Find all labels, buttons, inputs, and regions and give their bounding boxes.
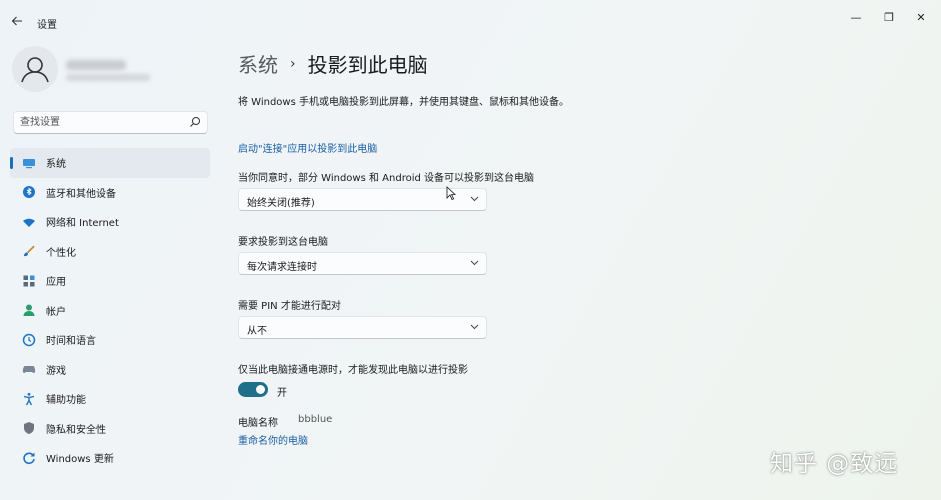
setting-label-power: 仅当此电脑接通电源时，才能发现此电脑以进行投影 xyxy=(238,365,468,376)
sidebar-item-label: 游戏 xyxy=(46,365,66,377)
page-description: 将 Windows 手机或电脑投影到此屏幕，并使用其键盘、鼠标和其他设备。 xyxy=(238,97,569,108)
breadcrumb: 系统 › 投影到此电脑 xyxy=(238,49,428,78)
page-title: 投影到此电脑 xyxy=(307,53,428,77)
power-discovery-toggle[interactable] xyxy=(238,382,268,397)
search-icon[interactable] xyxy=(189,116,201,128)
bluetooth-icon xyxy=(22,185,36,199)
monitor-icon xyxy=(22,156,36,170)
close-button[interactable]: ✕ xyxy=(906,8,936,26)
breadcrumb-parent[interactable]: 系统 xyxy=(238,49,278,78)
pc-name-label: 电脑名称 xyxy=(238,418,278,429)
toggle-knob xyxy=(256,385,265,394)
back-arrow-icon[interactable] xyxy=(8,12,26,30)
avatar[interactable] xyxy=(12,46,58,92)
sidebar-item-time-language[interactable]: 时间和语言 xyxy=(10,325,210,355)
sidebar-item-gaming[interactable]: 游戏 xyxy=(10,355,210,385)
title-bar: 设置 — ❐ ✕ xyxy=(0,0,941,38)
dropdown-value: 始终关闭(推荐) xyxy=(247,198,315,209)
dropdown-value: 从不 xyxy=(247,326,267,337)
sidebar-item-apps[interactable]: 应用 xyxy=(10,266,210,296)
sidebar-item-privacy[interactable]: 隐私和安全性 xyxy=(10,414,210,444)
person-icon xyxy=(22,303,36,317)
accessibility-icon xyxy=(22,392,36,406)
app-title: 设置 xyxy=(37,20,57,31)
pin-dropdown[interactable]: 从不 xyxy=(238,316,487,339)
gamepad-icon xyxy=(22,362,36,376)
setting-label-pin: 需要 PIN 才能进行配对 xyxy=(238,301,341,312)
sidebar-item-label: 个性化 xyxy=(46,247,76,259)
sidebar-item-bluetooth[interactable]: 蓝牙和其他设备 xyxy=(10,178,210,208)
sidebar-item-accounts[interactable]: 帐户 xyxy=(10,296,210,326)
sidebar-item-personalization[interactable]: 个性化 xyxy=(10,237,210,267)
mouse-cursor-icon xyxy=(446,186,456,201)
clock-globe-icon xyxy=(22,333,36,347)
breadcrumb-separator: › xyxy=(290,55,296,72)
apps-icon xyxy=(22,274,36,288)
rename-pc-link[interactable]: 重命名你的电脑 xyxy=(238,432,308,447)
user-name-blurred xyxy=(66,60,126,70)
sidebar-item-label: 帐户 xyxy=(46,306,66,318)
request-dropdown[interactable]: 每次请求连接时 xyxy=(238,252,487,275)
maximize-button[interactable]: ❐ xyxy=(874,8,904,26)
chevron-down-icon xyxy=(470,260,479,266)
sidebar-item-label: Windows 更新 xyxy=(46,454,114,466)
minimize-button[interactable]: — xyxy=(841,8,871,26)
sidebar-item-system[interactable]: 系统 xyxy=(10,148,210,178)
dropdown-value: 每次请求连接时 xyxy=(247,262,317,273)
toggle-state-label: 开 xyxy=(277,388,287,399)
sidebar: 系统 蓝牙和其他设备 网络和 Internet 个性化 应用 xyxy=(0,38,222,500)
chevron-down-icon xyxy=(470,196,479,202)
sidebar-item-network[interactable]: 网络和 Internet xyxy=(10,207,210,237)
watermark: 知乎 @致远 xyxy=(770,451,899,477)
sidebar-item-label: 辅助功能 xyxy=(46,395,86,407)
sidebar-item-accessibility[interactable]: 辅助功能 xyxy=(10,384,210,414)
wifi-icon xyxy=(22,215,36,229)
setting-label-request: 要求投影到这台电脑 xyxy=(238,237,328,248)
sidebar-item-windows-update[interactable]: Windows 更新 xyxy=(10,443,210,473)
sidebar-item-label: 蓝牙和其他设备 xyxy=(46,188,116,200)
search-box[interactable] xyxy=(13,111,208,134)
sidebar-item-label: 隐私和安全性 xyxy=(46,424,106,436)
update-icon xyxy=(22,451,36,465)
chevron-down-icon xyxy=(470,324,479,330)
sidebar-item-label: 网络和 Internet xyxy=(46,218,119,230)
sidebar-item-label: 时间和语言 xyxy=(46,336,96,348)
pc-name-value: bbblue xyxy=(298,414,333,425)
sidebar-nav: 系统 蓝牙和其他设备 网络和 Internet 个性化 应用 帐户 时间和语言 … xyxy=(10,148,210,473)
shield-icon xyxy=(22,421,36,435)
sidebar-item-label: 系统 xyxy=(46,159,66,171)
launch-connect-link[interactable]: 启动"连接"应用以投影到此电脑 xyxy=(238,140,377,155)
user-email-blurred xyxy=(66,74,150,81)
search-input[interactable] xyxy=(20,115,180,130)
brush-icon xyxy=(22,244,36,258)
setting-label-availability: 当你同意时，部分 Windows 和 Android 设备可以投影到这台电脑 xyxy=(238,173,535,184)
user-icon xyxy=(21,57,49,83)
sidebar-item-label: 应用 xyxy=(46,277,66,289)
